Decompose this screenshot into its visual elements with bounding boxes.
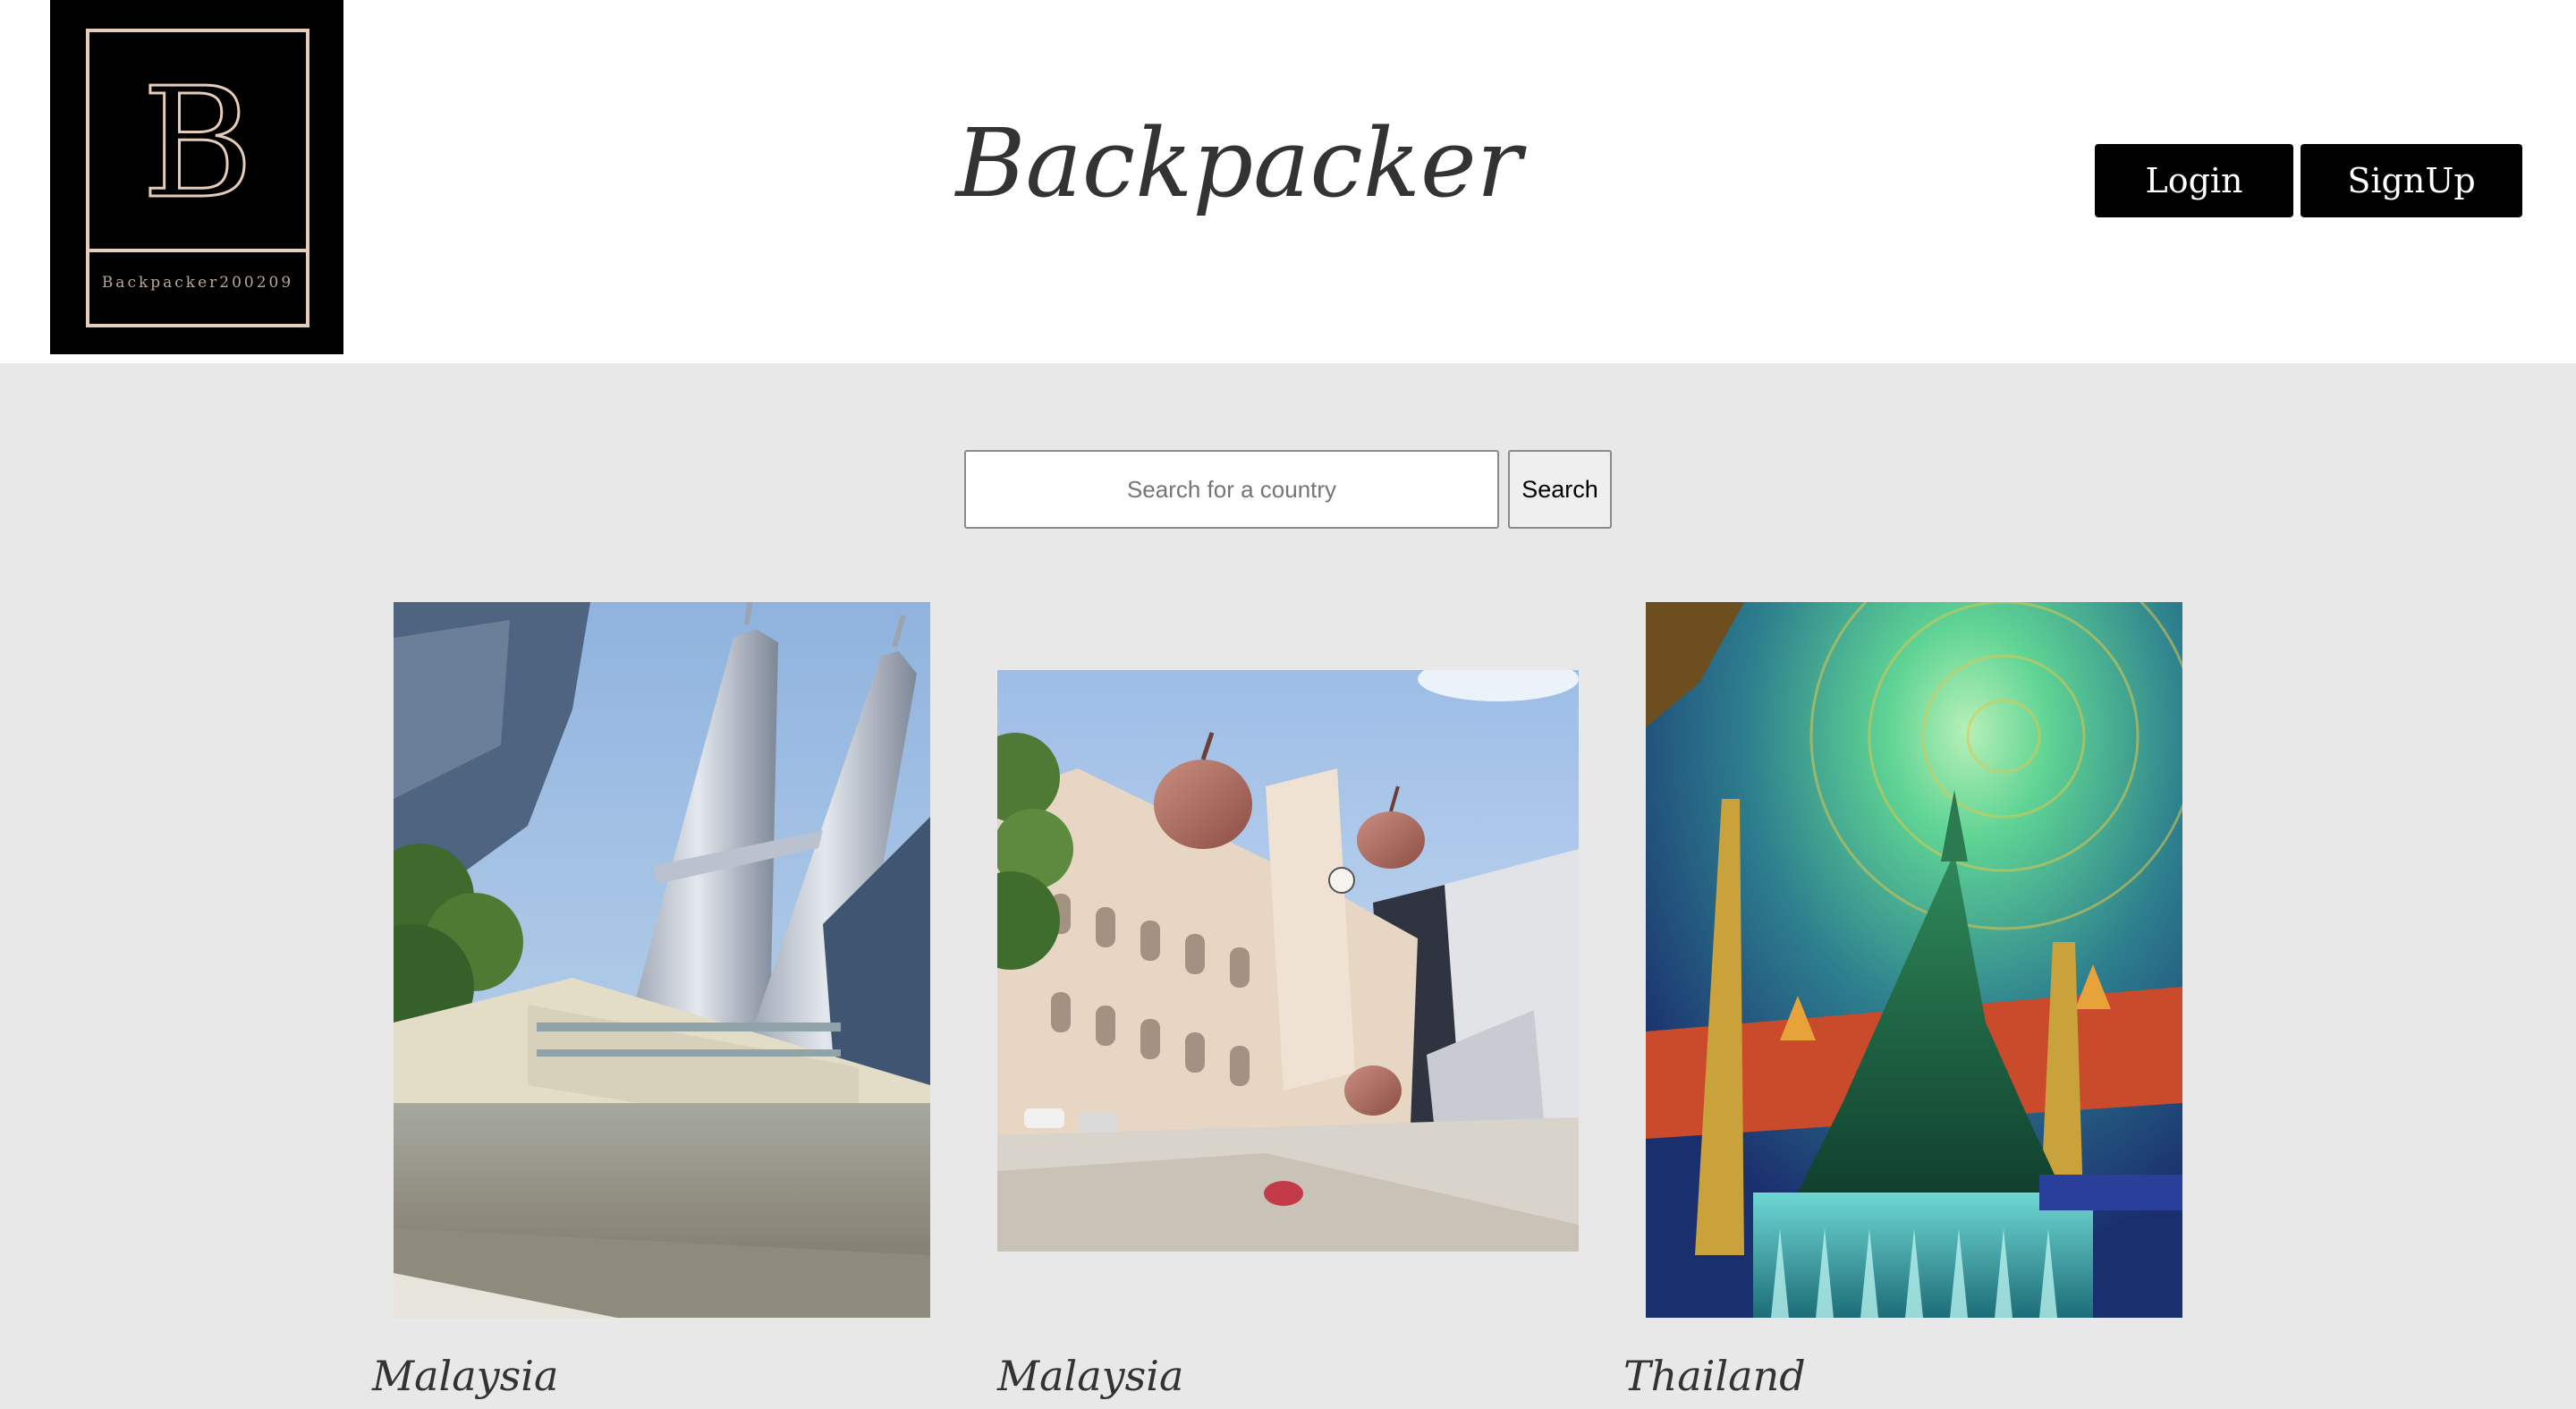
destination-title[interactable]: Malaysia	[372, 1355, 558, 1396]
sultan-abdul-samad-building-photo[interactable]	[997, 670, 1579, 1252]
wat-paknam-illustration	[1646, 602, 2182, 1318]
logo-letter: B	[140, 55, 255, 233]
logo-divider	[89, 249, 306, 252]
petronas-towers-photo[interactable]	[394, 602, 930, 1318]
signup-button[interactable]: SignUp	[2301, 144, 2522, 217]
site-logo[interactable]: B Backpacker200209	[50, 0, 343, 354]
petronas-towers-illustration	[394, 602, 930, 1318]
country-search-input[interactable]	[964, 450, 1499, 529]
logo-frame: B Backpacker200209	[86, 29, 309, 327]
wat-paknam-stupa-photo[interactable]	[1646, 602, 2182, 1318]
search-button[interactable]: Search	[1508, 450, 1612, 529]
destination-title[interactable]: Thailand	[1623, 1355, 1806, 1396]
sultan-abdul-samad-illustration	[997, 670, 1579, 1252]
login-button[interactable]: Login	[2095, 144, 2293, 217]
site-header: B Backpacker200209 Backpacker Login Sign…	[0, 0, 2576, 363]
site-title: Backpacker	[955, 108, 1522, 218]
logo-caption: Backpacker200209	[101, 274, 294, 292]
destination-title[interactable]: Malaysia	[997, 1355, 1183, 1396]
